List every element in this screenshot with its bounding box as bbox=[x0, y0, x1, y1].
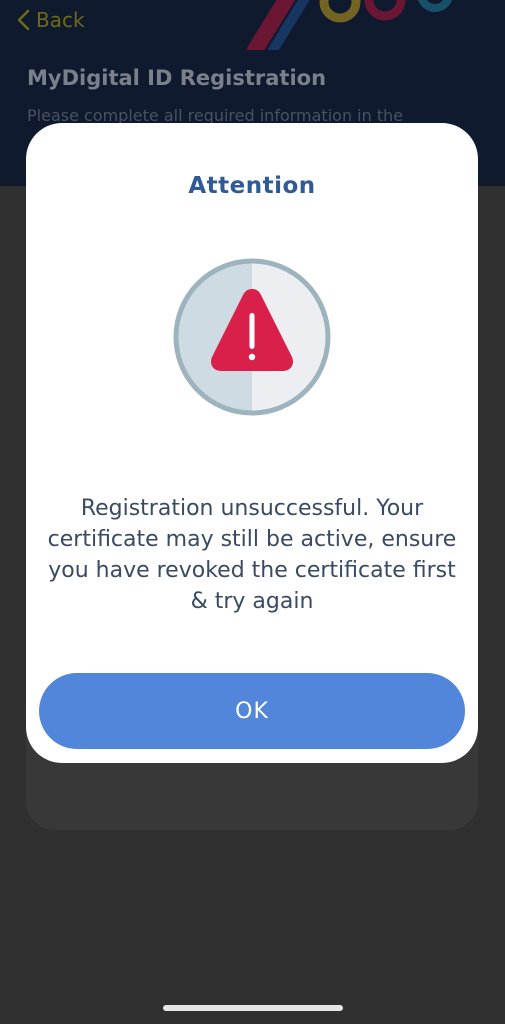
ok-button[interactable]: OK bbox=[39, 673, 465, 749]
attention-dialog: Attention Registration unsuccessful. You… bbox=[26, 123, 478, 763]
chevron-left-icon bbox=[17, 9, 30, 31]
back-label: Back bbox=[36, 8, 85, 32]
dialog-title: Attention bbox=[188, 173, 316, 199]
back-button[interactable]: Back bbox=[16, 8, 85, 32]
screen: Back MyDigital ID Registration Please co… bbox=[0, 0, 505, 1024]
dialog-message: Registration unsuccessful. Your certific… bbox=[47, 496, 457, 614]
brand-logo-icon bbox=[247, 0, 452, 50]
home-indicator[interactable] bbox=[163, 1005, 343, 1011]
warning-triangle-icon bbox=[173, 258, 331, 416]
page-title: MyDigital ID Registration bbox=[27, 66, 327, 90]
